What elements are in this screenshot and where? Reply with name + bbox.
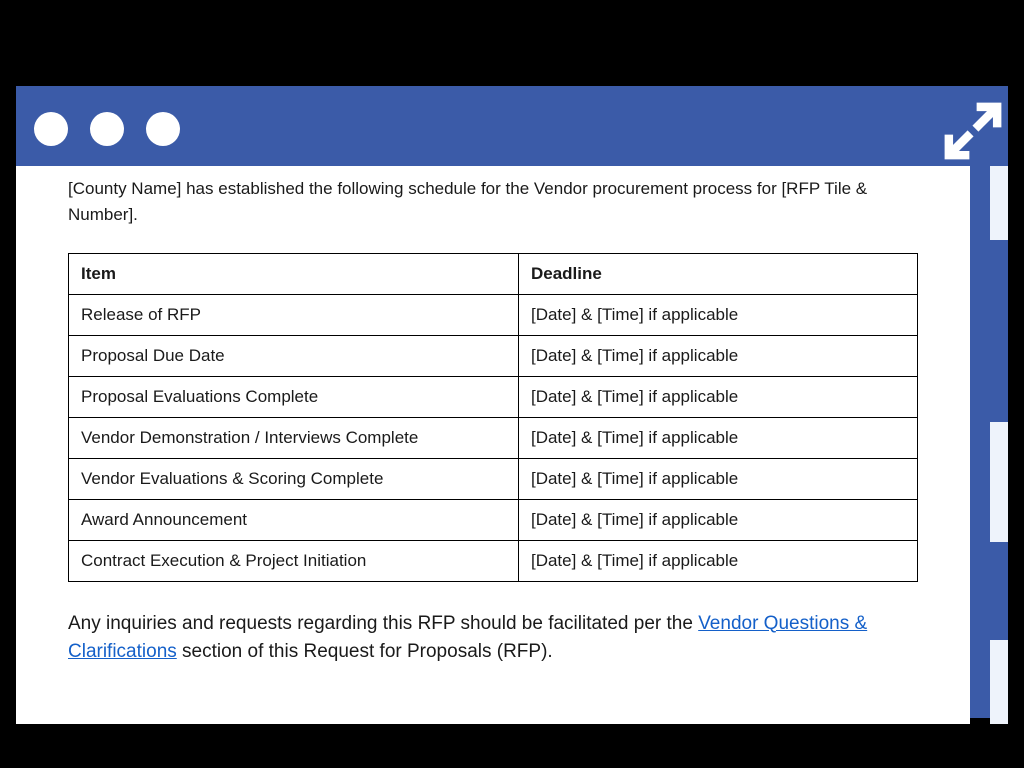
- window-titlebar: [16, 92, 1008, 166]
- window-control-dot[interactable]: [146, 112, 180, 146]
- cell-deadline: [Date] & [Time] if applicable: [518, 499, 917, 540]
- table-row: Release of RFP [Date] & [Time] if applic…: [69, 294, 918, 335]
- browser-window: [County Name] has established the follow…: [16, 86, 1008, 718]
- table-row: Proposal Evaluations Complete [Date] & […: [69, 376, 918, 417]
- cell-deadline: [Date] & [Time] if applicable: [518, 294, 917, 335]
- col-header-deadline: Deadline: [518, 253, 917, 294]
- cell-deadline: [Date] & [Time] if applicable: [518, 417, 917, 458]
- document-page: [County Name] has established the follow…: [16, 166, 970, 724]
- cell-deadline: [Date] & [Time] if applicable: [518, 376, 917, 417]
- schedule-table: Item Deadline Release of RFP [Date] & [T…: [68, 253, 918, 582]
- table-row: Contract Execution & Project Initiation …: [69, 540, 918, 581]
- cell-item: Contract Execution & Project Initiation: [69, 540, 519, 581]
- table-row: Vendor Evaluations & Scoring Complete [D…: [69, 458, 918, 499]
- client-area: [County Name] has established the follow…: [16, 166, 1008, 718]
- window-control-dot[interactable]: [90, 112, 124, 146]
- outro-paragraph: Any inquiries and requests regarding thi…: [68, 610, 918, 667]
- scrollbar-track[interactable]: [990, 166, 1008, 240]
- cell-item: Vendor Demonstration / Interviews Comple…: [69, 417, 519, 458]
- table-row: Proposal Due Date [Date] & [Time] if app…: [69, 335, 918, 376]
- table-row: Vendor Demonstration / Interviews Comple…: [69, 417, 918, 458]
- scrollbar-track[interactable]: [990, 422, 1008, 542]
- cell-item: Vendor Evaluations & Scoring Complete: [69, 458, 519, 499]
- expand-button[interactable]: [944, 102, 1002, 160]
- outro-text-pre: Any inquiries and requests regarding thi…: [68, 613, 698, 634]
- intro-paragraph: [County Name] has established the follow…: [68, 176, 918, 229]
- cell-item: Proposal Due Date: [69, 335, 519, 376]
- outro-text-post: section of this Request for Proposals (R…: [177, 641, 553, 662]
- table-row: Award Announcement [Date] & [Time] if ap…: [69, 499, 918, 540]
- cell-deadline: [Date] & [Time] if applicable: [518, 540, 917, 581]
- window-control-dot[interactable]: [34, 112, 68, 146]
- expand-icon: [944, 102, 1002, 160]
- table-header-row: Item Deadline: [69, 253, 918, 294]
- cell-deadline: [Date] & [Time] if applicable: [518, 458, 917, 499]
- window-controls: [34, 112, 180, 146]
- cell-deadline: [Date] & [Time] if applicable: [518, 335, 917, 376]
- col-header-item: Item: [69, 253, 519, 294]
- stage: [County Name] has established the follow…: [16, 8, 1008, 728]
- cell-item: Release of RFP: [69, 294, 519, 335]
- cell-item: Proposal Evaluations Complete: [69, 376, 519, 417]
- cell-item: Award Announcement: [69, 499, 519, 540]
- scrollbar-track[interactable]: [990, 640, 1008, 724]
